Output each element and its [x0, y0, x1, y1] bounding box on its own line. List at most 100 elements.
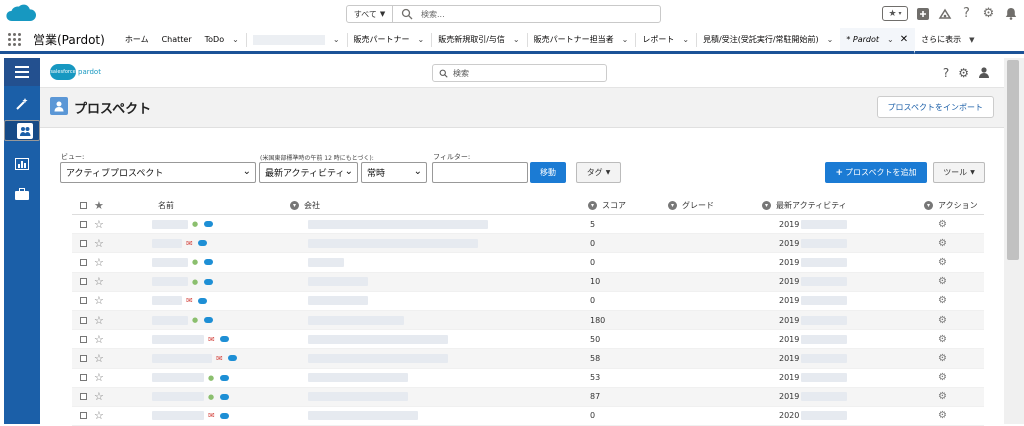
close-icon[interactable]: ✕ — [900, 34, 908, 45]
row-checkbox[interactable] — [80, 220, 87, 228]
column-grade[interactable]: グレード — [682, 200, 714, 211]
prospect-name-redacted[interactable] — [152, 392, 204, 402]
star-icon[interactable]: ☆ — [94, 256, 104, 269]
sort-icon[interactable]: ▾ — [290, 201, 299, 210]
nav-item-home[interactable]: ホーム — [119, 28, 156, 51]
chevron-down-icon[interactable]: ⌄ — [887, 35, 894, 44]
filter-input[interactable] — [432, 162, 528, 183]
row-checkbox[interactable] — [80, 354, 87, 362]
star-icon[interactable]: ☆ — [94, 333, 104, 346]
gear-icon[interactable]: ⚙ — [938, 410, 947, 421]
sort-icon[interactable]: ▾ — [924, 201, 933, 210]
trailhead-icon[interactable] — [937, 6, 952, 21]
prospect-name-redacted[interactable] — [152, 334, 204, 344]
gear-icon[interactable]: ⚙ — [938, 372, 947, 383]
vertical-scrollbar[interactable] — [1004, 58, 1024, 424]
prospect-name-redacted[interactable] — [152, 315, 188, 325]
sort-icon[interactable]: ▾ — [762, 201, 771, 210]
row-checkbox[interactable] — [80, 412, 87, 420]
row-checkbox[interactable] — [80, 374, 87, 382]
star-icon[interactable]: ★ — [94, 199, 104, 212]
settings-gear-icon[interactable]: ⚙ — [958, 66, 969, 80]
chevron-down-icon[interactable]: ⌄ — [333, 35, 340, 44]
tab-pardot[interactable]: * Pardot ⌄ ✕ — [840, 28, 916, 54]
chevron-down-icon[interactable]: ⌄ — [827, 35, 834, 44]
salesforce-logo-icon[interactable] — [4, 3, 38, 25]
star-icon[interactable]: ☆ — [94, 352, 104, 365]
user-account-icon[interactable] — [978, 66, 990, 78]
star-icon[interactable]: ☆ — [94, 409, 104, 422]
help-icon[interactable]: ? — [959, 6, 974, 21]
table-row[interactable]: ☆ ● 180 2019 ⚙ — [72, 310, 984, 331]
caret-down-icon[interactable]: ▼ — [969, 36, 974, 44]
table-row[interactable]: ☆ ● 10 2019 ⚙ — [72, 272, 984, 292]
add-icon[interactable] — [915, 6, 930, 21]
import-prospects-button[interactable]: プロスペクトをインポート — [876, 96, 994, 118]
chevron-down-icon[interactable]: ⌄ — [682, 35, 689, 44]
star-icon[interactable]: ☆ — [94, 390, 104, 403]
app-launcher-icon[interactable] — [8, 32, 22, 47]
sidebar-item-admin[interactable] — [4, 182, 40, 206]
row-checkbox[interactable] — [80, 335, 87, 343]
prospect-name-redacted[interactable] — [152, 296, 182, 306]
table-row[interactable]: ☆ ✉ 0 2019 ⚙ — [72, 292, 984, 311]
sidebar-item-prospects[interactable] — [4, 120, 40, 141]
gear-icon[interactable]: ⚙ — [938, 334, 947, 345]
menu-toggle[interactable] — [4, 58, 40, 86]
select-all-checkbox[interactable] — [80, 202, 87, 209]
row-checkbox[interactable] — [80, 297, 87, 305]
chevron-down-icon[interactable]: ⌄ — [513, 35, 520, 44]
nav-item-chatter[interactable]: Chatter — [156, 28, 199, 51]
chevron-down-icon[interactable]: ⌄ — [622, 35, 629, 44]
row-checkbox[interactable] — [80, 316, 87, 324]
prospect-name-redacted[interactable] — [152, 219, 188, 229]
tools-button[interactable]: ツール ▼ — [933, 162, 985, 183]
notification-bell-icon[interactable] — [1003, 6, 1018, 21]
sort-icon[interactable]: ▾ — [588, 201, 597, 210]
nav-item-reports[interactable]: レポート ⌄ — [636, 28, 696, 51]
gear-icon[interactable]: ⚙ — [938, 219, 947, 230]
prospect-name-redacted[interactable] — [152, 257, 188, 267]
nav-item-sales-partner[interactable]: 販売パートナー ⌄ — [348, 28, 432, 51]
scrollbar-thumb[interactable] — [1007, 60, 1019, 260]
tag-button[interactable]: タグ ▼ — [576, 162, 621, 183]
table-row[interactable]: ☆ ✉ 0 2020 ⚙ — [72, 407, 984, 426]
table-row[interactable]: ☆ ● 87 2019 ⚙ — [72, 387, 984, 407]
prospect-name-redacted[interactable] — [152, 353, 212, 363]
star-icon[interactable]: ☆ — [94, 218, 104, 231]
column-last-activity[interactable]: 最新アクティビティ — [776, 200, 847, 211]
table-row[interactable]: ☆ ✉ 0 2019 ⚙ — [72, 234, 984, 254]
nav-item-new-deal[interactable]: 販売新規取引/与信 ⌄ — [432, 28, 526, 51]
nav-item-quotes[interactable]: 見積/受注(受託実行/常駐開始前) ⌄ — [697, 28, 840, 51]
sidebar-item-reports[interactable] — [4, 152, 40, 176]
activity-select[interactable]: 最新アクティビティ ⌄ — [259, 162, 358, 183]
gear-icon[interactable]: ⚙ — [938, 391, 947, 402]
prospect-name-redacted[interactable] — [152, 373, 204, 383]
row-checkbox[interactable] — [80, 278, 87, 286]
row-checkbox[interactable] — [80, 393, 87, 401]
go-button[interactable]: 移動 — [530, 162, 566, 183]
star-icon[interactable]: ☆ — [94, 314, 104, 327]
row-checkbox[interactable] — [80, 258, 87, 266]
global-search-input[interactable]: 検索... — [421, 9, 445, 20]
search-scope-dropdown[interactable]: すべて ▼ — [347, 6, 393, 22]
nav-more[interactable]: さらに表示 ▼ — [915, 28, 981, 51]
nav-item-redacted[interactable]: ⌄ — [247, 28, 347, 51]
sidebar-item-marketing[interactable] — [4, 92, 40, 116]
pardot-search-input[interactable]: 検索 — [432, 64, 607, 82]
gear-icon[interactable]: ⚙ — [938, 295, 947, 306]
favorites-button[interactable]: ★ ▾ — [882, 6, 908, 21]
table-row[interactable]: ☆ ● 0 2019 ⚙ — [72, 253, 984, 273]
gear-icon[interactable]: ⚙ — [938, 315, 947, 326]
prospect-name-redacted[interactable] — [152, 277, 188, 287]
nav-item-partner-contact[interactable]: 販売パートナー担当者 ⌄ — [528, 28, 636, 51]
prospect-name-redacted[interactable] — [152, 411, 204, 421]
chevron-down-icon[interactable]: ⌄ — [418, 35, 425, 44]
chevron-down-icon[interactable]: ⌄ — [232, 35, 239, 44]
table-row[interactable]: ☆ ● 5 2019 ⚙ — [72, 215, 984, 235]
setup-gear-icon[interactable]: ⚙ — [981, 6, 996, 21]
star-icon[interactable]: ☆ — [94, 275, 104, 288]
sort-icon[interactable]: ▾ — [668, 201, 677, 210]
pardot-logo[interactable]: salesforce pardot — [50, 64, 101, 80]
table-row[interactable]: ☆ ✉ 50 2019 ⚙ — [72, 330, 984, 350]
